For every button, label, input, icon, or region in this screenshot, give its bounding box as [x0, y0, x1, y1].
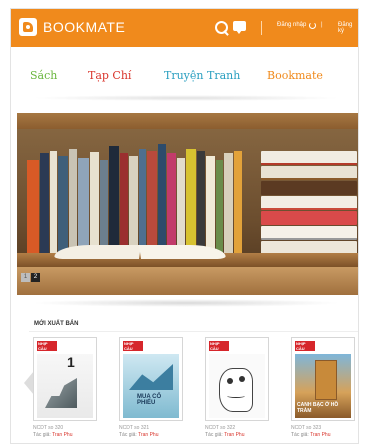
magazine-headline: CANH BẠC Ở HỒ TRÀM [297, 402, 339, 414]
chat-icon[interactable] [233, 20, 249, 36]
section-divider [29, 331, 358, 332]
register-link[interactable]: Đăng ký [338, 22, 358, 34]
new-releases-title: MỚI XUẤT BẢN [34, 321, 79, 327]
hero-banner[interactable]: 1 2 [17, 113, 358, 295]
nav-item-books[interactable]: Sách [30, 69, 57, 82]
slide-prev-button[interactable]: 1 [21, 273, 30, 282]
magazine-card[interactable]: NHỊP CẦU ĐẦU TƯ 1 NCDT so 320 Tác giả: T… [33, 337, 97, 438]
category-nav: Sách Tạp Chí Truyện Tranh Bookmate [11, 61, 358, 91]
plus-icon[interactable] [358, 319, 359, 329]
bookmate-logo-icon [19, 18, 37, 36]
shelf-bottom [17, 267, 358, 295]
book-stack [261, 151, 357, 256]
open-book [54, 243, 226, 261]
magazine-author: Tác giả: Tran Phu [291, 432, 331, 438]
login-link[interactable]: Đăng nhập [277, 22, 306, 28]
banner-shadow [31, 299, 341, 307]
magazine-issue: NCDT so 322 [205, 425, 236, 431]
top-header: BOOKMATE Đăng nhập | Đăng ký [11, 9, 358, 47]
loading-icon [309, 22, 316, 29]
slide-indicator: 1 2 [21, 273, 41, 282]
magazine-headline: 1 [67, 354, 75, 370]
nav-item-comics[interactable]: Truyện Tranh [164, 69, 240, 82]
magazine-author: Tác giả: Tran Phu [33, 432, 73, 438]
magazine-cover[interactable]: NHỊP CẦU ĐẦU TƯ 1 [33, 337, 97, 421]
magazine-masthead: NHỊP CẦU ĐẦU TƯ [37, 341, 57, 356]
nav-item-bookmate[interactable]: Bookmate [267, 69, 323, 82]
header-separator: | [321, 22, 323, 28]
magazine-card[interactable]: NHỊP CẦU ĐẦU TƯ MUA CỔ PHIẾU NCDT so 321… [119, 337, 183, 438]
shelf-top [17, 113, 358, 129]
magazine-issue: NCDT so 320 [33, 425, 64, 431]
book-spines [27, 137, 243, 253]
magazine-card[interactable]: NHỊP CẦU ĐẦU TƯ NCDT so 322 Tác giả: Tra… [205, 337, 269, 438]
app-frame: BOOKMATE Đăng nhập | Đăng ký Sách Tạp Ch… [10, 8, 359, 444]
magazine-headline: MUA CỔ PHIẾU [137, 394, 162, 406]
nav-item-magazines[interactable]: Tạp Chí [88, 69, 131, 82]
magazine-author: Tác giả: Tran Phu [119, 432, 159, 438]
header-divider [261, 21, 262, 35]
magazine-masthead: NHỊP CẦU ĐẦU TƯ [209, 341, 229, 356]
magazine-masthead: NHỊP CẦU ĐẦU TƯ [295, 341, 315, 356]
nav-shadow [31, 95, 341, 101]
magazine-cover[interactable]: NHỊP CẦU ĐẦU TƯ [205, 337, 269, 421]
slide-current[interactable]: 2 [31, 273, 40, 282]
magazine-issue: NCDT so 321 [119, 425, 150, 431]
search-icon[interactable] [214, 20, 230, 36]
magazine-masthead: NHỊP CẦU ĐẦU TƯ [123, 341, 143, 356]
magazine-card[interactable]: NHỊP CẦU ĐẦU TƯ CANH BẠC Ở HỒ TRÀM NCDT … [291, 337, 355, 438]
app-logo[interactable]: BOOKMATE [19, 18, 125, 36]
magazine-cover[interactable]: NHỊP CẦU ĐẦU TƯ CANH BẠC Ở HỒ TRÀM [291, 337, 355, 421]
magazine-issue: NCDT so 323 [291, 425, 322, 431]
app-name: BOOKMATE [43, 19, 126, 35]
magazine-cover[interactable]: NHỊP CẦU ĐẦU TƯ MUA CỔ PHIẾU [119, 337, 183, 421]
magazine-author: Tác giả: Tran Phu [205, 432, 245, 438]
